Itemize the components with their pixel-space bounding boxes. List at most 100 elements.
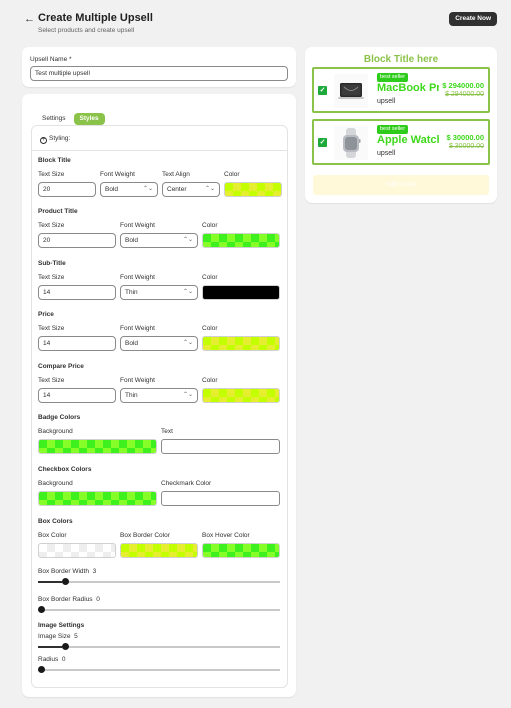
text-size-label: Text Size — [38, 222, 65, 229]
preview-product-item[interactable]: ✓ best seller MacBook Pro upsell $ 29400… — [312, 67, 490, 113]
font-weight-select[interactable]: Bold ⌃⌄ — [120, 233, 198, 248]
color-label: Color — [202, 325, 218, 332]
box-colors-section: Box Colors Box Color Box Border Color Bo… — [38, 518, 282, 562]
checkmark-color-label: Checkmark Color — [161, 480, 212, 487]
font-weight-label: Font Weight — [120, 274, 155, 281]
font-weight-value: Bold — [125, 340, 139, 347]
product-subtitle: upsell — [377, 150, 396, 157]
image-settings-section: Image Settings Image Size 5 Radius 0 — [38, 622, 282, 682]
back-arrow-icon[interactable]: ← — [24, 13, 35, 25]
slider-knob[interactable] — [62, 578, 70, 585]
image-radius-slider[interactable] — [38, 665, 280, 675]
text-size-label: Text Size — [38, 377, 65, 384]
font-weight-select[interactable]: Bold ⌃⌄ — [120, 336, 198, 351]
badge: best seller — [377, 73, 409, 82]
product-title-section: Product Title Text Size Font Weight Colo… — [38, 208, 282, 252]
text-color-label: Text — [161, 428, 173, 435]
add-to-cart-button[interactable]: Add to Cart — [313, 175, 489, 195]
slider-knob[interactable] — [62, 643, 70, 650]
box-border-radius-section: Box Border Radius 0 — [38, 596, 282, 618]
product-subtitle: upsell — [377, 98, 396, 105]
image-size-slider[interactable] — [38, 642, 280, 652]
block-title-color-swatch[interactable] — [224, 182, 282, 197]
product-title-color-swatch[interactable] — [202, 233, 280, 248]
text-size-label: Text Size — [38, 171, 65, 178]
section-title: Price — [38, 311, 54, 318]
font-weight-label: Font Weight — [120, 377, 155, 384]
text-size-input[interactable]: 20 — [38, 182, 96, 197]
product-title: MacBook Pro — [377, 82, 439, 94]
upsell-name-card: Upsell Name * Test multiple upsell — [22, 47, 296, 87]
sub-title-section: Sub-Title Text Size Font Weight Color 14… — [38, 260, 282, 304]
box-border-radius-slider[interactable] — [38, 605, 280, 615]
preview-product-item[interactable]: ✓ best seller Apple Watch upsell $ 30000… — [312, 119, 490, 165]
text-size-label: Text Size — [38, 325, 65, 332]
checkbox-colors-section: Checkbox Colors Background Checkmark Col… — [38, 466, 282, 510]
image-size-value: 5 — [74, 633, 78, 640]
color-label: Color — [202, 274, 218, 281]
font-weight-select[interactable]: Thin ⌃⌄ — [120, 388, 198, 403]
font-weight-value: Bold — [125, 237, 139, 244]
styling-panel: + Styling: Block Title Text Size Font Wei… — [31, 125, 288, 688]
box-border-width-slider[interactable] — [38, 577, 280, 587]
tab-styles[interactable]: Styles — [73, 113, 105, 125]
tab-settings[interactable]: Settings — [36, 113, 72, 125]
upsell-name-input[interactable]: Test multiple upsell — [30, 66, 288, 81]
page-title: Create Multiple Upsell — [38, 12, 153, 24]
chevron-updown-icon: ⌃⌄ — [204, 186, 215, 192]
font-weight-value: Bold — [105, 186, 119, 193]
styling-toggle[interactable]: + Styling: — [40, 135, 70, 144]
badge-colors-section: Badge Colors Background Text — [38, 414, 282, 458]
styles-card: Settings Styles + Styling: Block Title Tex… — [22, 94, 296, 697]
page-header: ← Create Multiple Upsell Select products… — [24, 10, 497, 38]
badge: best seller — [377, 125, 409, 134]
radius-label: Radius 0 — [38, 656, 66, 663]
checkbox-checked-icon[interactable]: ✓ — [318, 86, 327, 95]
section-title: Checkbox Colors — [38, 466, 92, 473]
section-title: Sub-Title — [38, 260, 66, 267]
compare-price-section: Compare Price Text Size Font Weight Colo… — [38, 363, 282, 407]
box-color-swatch[interactable] — [38, 543, 116, 558]
text-align-select[interactable]: Center ⌃⌄ — [162, 182, 220, 197]
block-title-section: Block Title Text Size Font Weight Text A… — [38, 157, 282, 201]
text-size-input[interactable]: 14 — [38, 285, 116, 300]
badge-background-swatch[interactable] — [38, 439, 157, 454]
price-color-swatch[interactable] — [202, 336, 280, 351]
background-label: Background — [38, 480, 73, 487]
preview-block-title: Block Title here — [363, 54, 439, 65]
box-hover-color-swatch[interactable] — [202, 543, 280, 558]
chevron-updown-icon: ⌃⌄ — [142, 186, 153, 192]
text-size-input[interactable]: 14 — [38, 336, 116, 351]
font-weight-label: Font Weight — [100, 171, 135, 178]
tab-bar: Settings Styles — [36, 107, 107, 125]
text-size-input[interactable]: 20 — [38, 233, 116, 248]
create-now-button[interactable]: Create Now — [449, 12, 497, 26]
compare-price: $ 294000.00 — [445, 91, 484, 98]
text-align-label: Text Align — [162, 171, 190, 178]
image-size-label: Image Size 5 — [38, 633, 78, 640]
slider-knob[interactable] — [38, 666, 45, 673]
font-weight-select[interactable]: Thin ⌃⌄ — [120, 285, 198, 300]
box-border-color-swatch[interactable] — [120, 543, 198, 558]
compare-price-color-swatch[interactable] — [202, 388, 280, 403]
font-weight-select[interactable]: Bold ⌃⌄ — [100, 182, 158, 197]
checkbox-checked-icon[interactable]: ✓ — [318, 138, 327, 147]
chevron-updown-icon: ⌃⌄ — [182, 340, 193, 346]
checkbox-background-swatch[interactable] — [38, 491, 157, 506]
text-size-label: Text Size — [38, 274, 65, 281]
compare-price: $ 30000.00 — [448, 143, 484, 150]
badge-text-color-swatch[interactable] — [161, 439, 280, 454]
section-title: Badge Colors — [38, 414, 81, 421]
laptop-icon — [334, 74, 368, 108]
checkmark-color-swatch[interactable] — [161, 491, 280, 506]
box-border-width-label: Box Border Width 3 — [38, 568, 97, 575]
chevron-updown-icon: ⌃⌄ — [182, 289, 193, 295]
section-title: Compare Price — [38, 363, 84, 370]
text-align-value: Center — [167, 186, 187, 193]
product-price: $ 294000.00 — [442, 81, 484, 90]
slider-knob[interactable] — [38, 606, 45, 613]
text-size-input[interactable]: 14 — [38, 388, 116, 403]
section-title: Block Title — [38, 157, 71, 164]
box-border-width-section: Box Border Width 3 — [38, 568, 282, 590]
sub-title-color-swatch[interactable] — [202, 285, 280, 300]
